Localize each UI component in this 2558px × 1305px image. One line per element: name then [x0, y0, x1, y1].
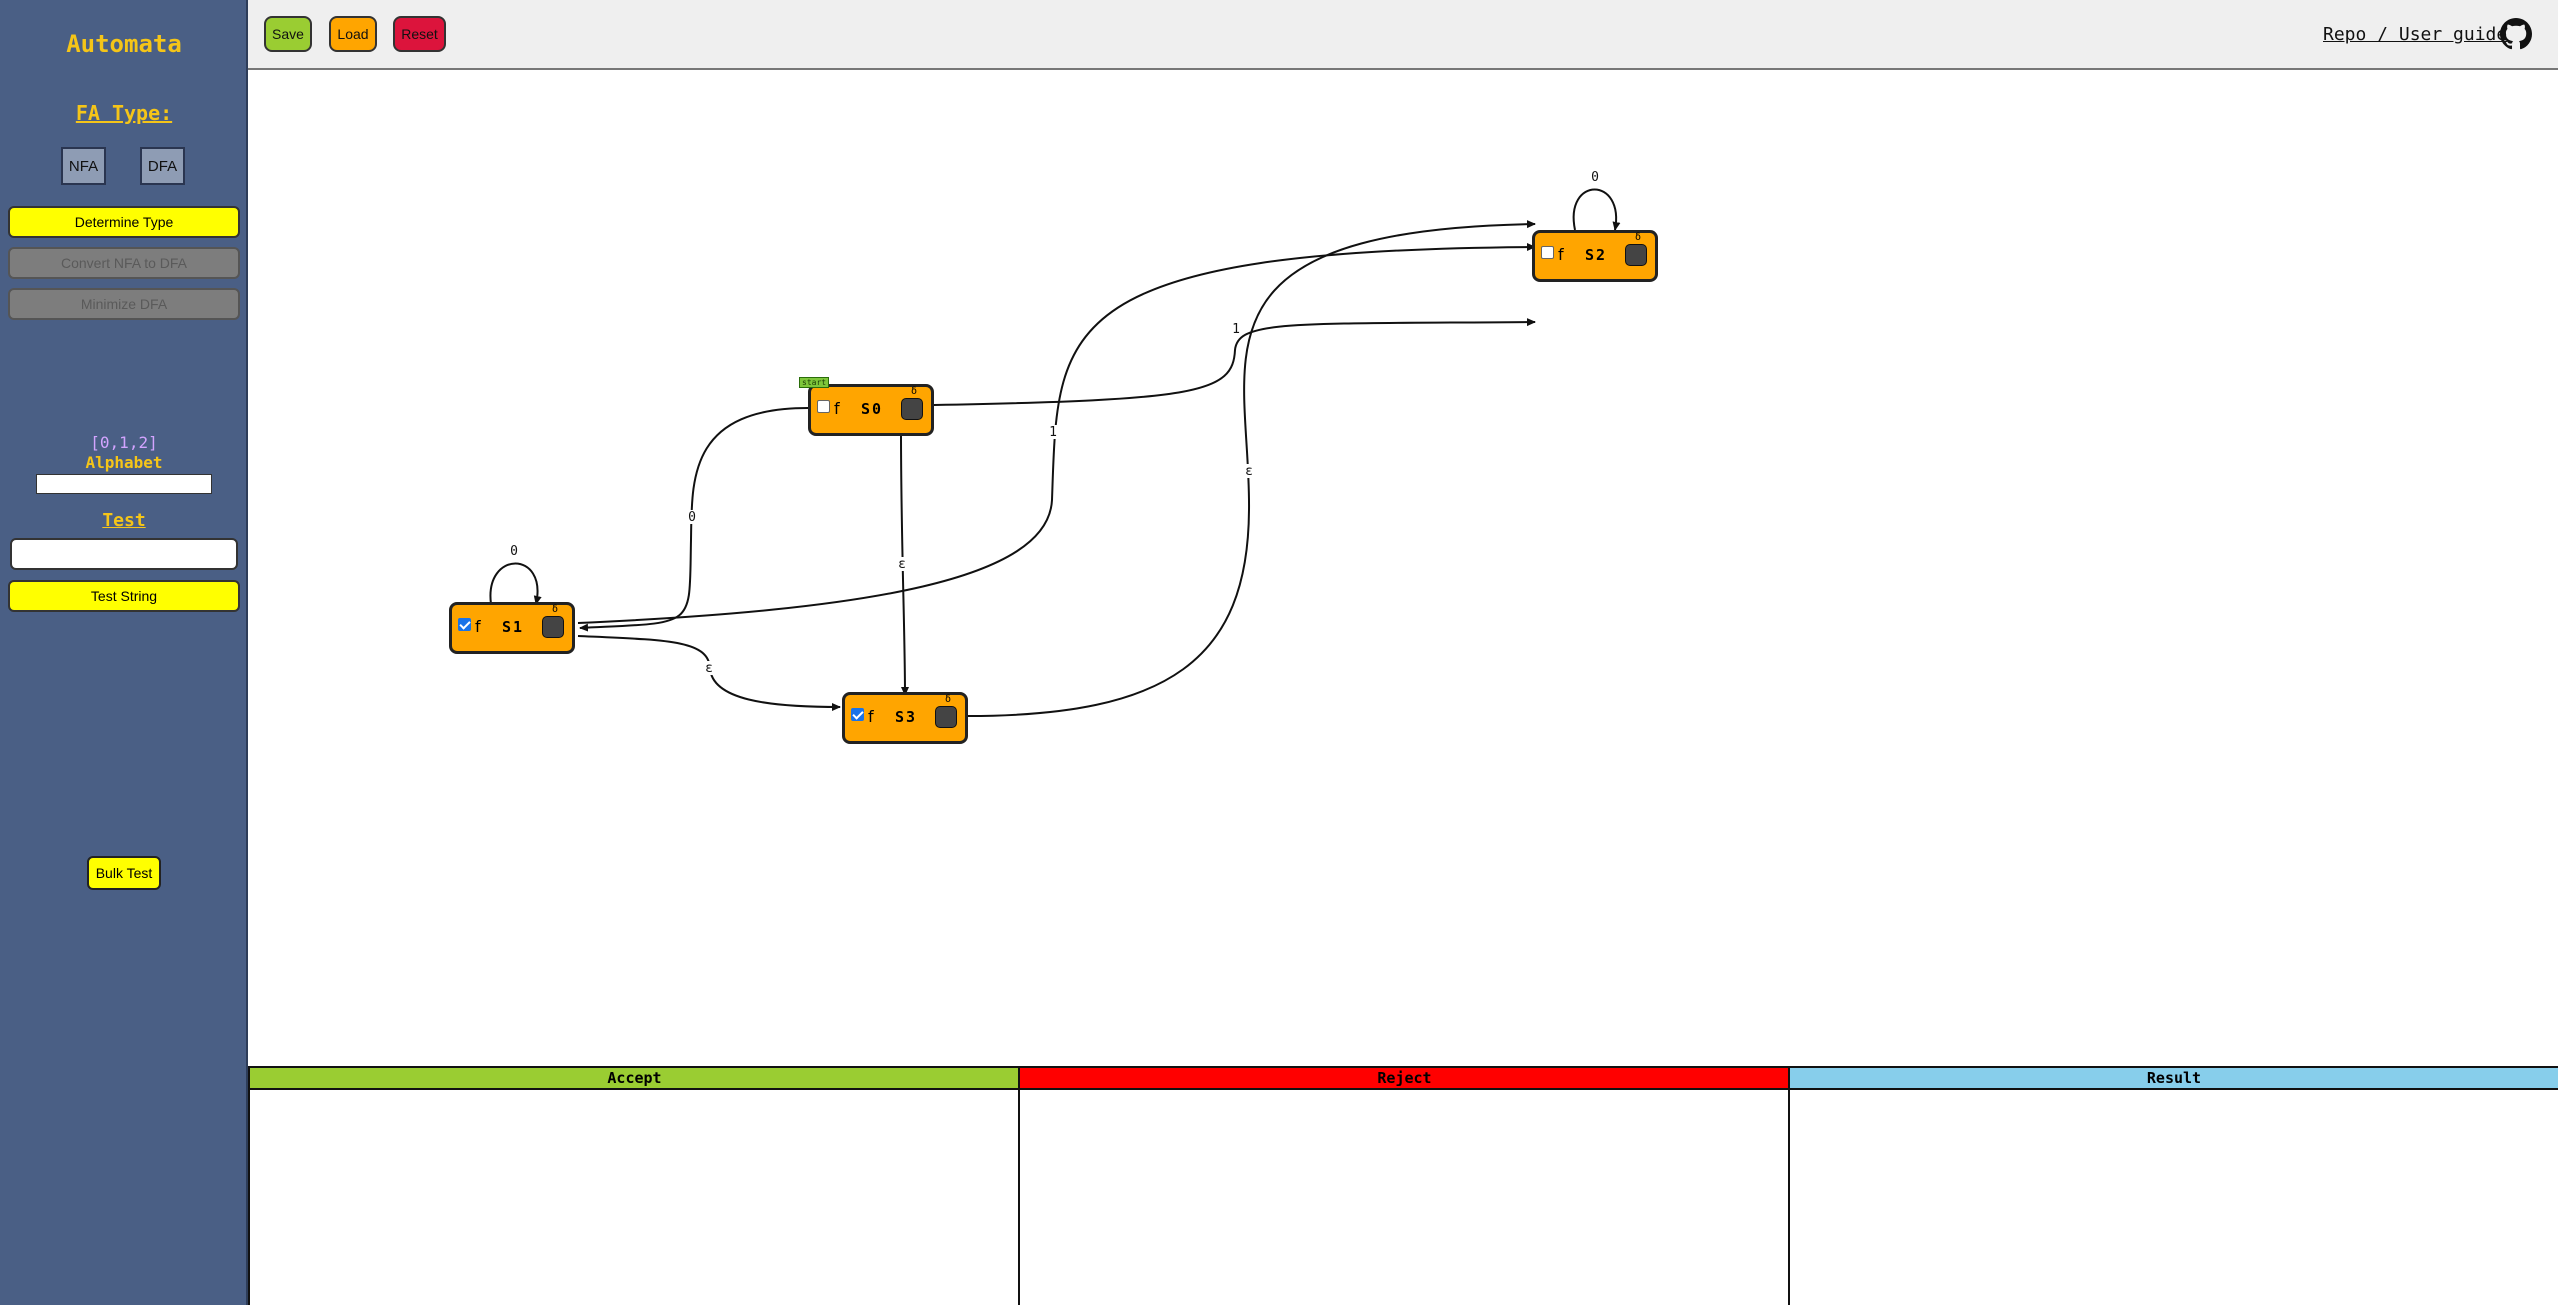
result-column: Result	[1788, 1066, 2558, 1305]
test-string-input[interactable]	[10, 538, 238, 570]
state-name: S3	[895, 708, 918, 726]
final-label: f	[868, 707, 874, 726]
final-state-checkbox[interactable]	[851, 708, 864, 721]
results-panel: Accept Reject Result	[248, 1066, 2558, 1305]
alphabet-input[interactable]	[36, 474, 212, 494]
minimize-dfa-button[interactable]: Minimize DFA	[8, 288, 240, 320]
final-label: f	[834, 399, 840, 418]
transition-layer: 1 0 ε 0 1 ε 0 ε	[489, 170, 1621, 717]
state-name: S0	[861, 400, 884, 418]
transition-handle-icon[interactable]	[1625, 244, 1647, 266]
app-title: Automata	[66, 30, 182, 58]
accept-header: Accept	[250, 1066, 1019, 1090]
accept-column: Accept	[248, 1066, 1019, 1305]
transition-s2-s2	[1572, 188, 1621, 231]
transition-handle-icon[interactable]	[542, 616, 564, 638]
transition-s1-s1	[489, 562, 542, 605]
state-node-s2[interactable]: f S2 δ	[1532, 230, 1658, 282]
state-node-s3[interactable]: f S3 δ	[842, 692, 968, 744]
nfa-button[interactable]: NFA	[61, 147, 106, 185]
delta-label: δ	[944, 694, 951, 705]
delta-label: δ	[551, 604, 558, 615]
transition-label: 0	[510, 544, 518, 559]
final-state-checkbox[interactable]	[817, 400, 830, 413]
alphabet-value: [0,1,2]	[90, 433, 158, 452]
transition-label: ε	[705, 661, 713, 676]
delta-label: δ	[1634, 232, 1641, 243]
reject-column: Reject	[1018, 1066, 1789, 1305]
determine-type-button[interactable]: Determine Type	[8, 206, 240, 238]
bulk-test-button[interactable]: Bulk Test	[87, 856, 161, 890]
transition-label: ε	[1245, 464, 1253, 479]
reset-button[interactable]: Reset	[393, 16, 446, 52]
state-name: S2	[1585, 246, 1608, 264]
sidebar: Automata FA Type: NFA DFA Determine Type…	[0, 0, 248, 1305]
toolbar: Save Load Reset	[248, 0, 2558, 70]
transition-label: 0	[688, 510, 696, 525]
transition-label: ε	[898, 557, 906, 572]
convert-nfa-to-dfa-button[interactable]: Convert NFA to DFA	[8, 247, 240, 279]
result-header: Result	[1790, 1066, 2558, 1090]
delta-label: δ	[910, 386, 917, 397]
transition-handle-icon[interactable]	[935, 706, 957, 728]
transition-handle-icon[interactable]	[901, 398, 923, 420]
test-string-button[interactable]: Test String	[8, 580, 240, 612]
start-marker: start	[799, 377, 830, 388]
state-node-s0[interactable]: start f S0 δ	[799, 377, 934, 436]
repo-user-guide-link[interactable]: Repo / User guide	[2323, 24, 2507, 45]
state-node-s1[interactable]: f S1 δ	[449, 602, 575, 654]
dfa-button[interactable]: DFA	[140, 147, 185, 185]
test-label: Test	[102, 510, 146, 531]
final-label: f	[475, 617, 481, 636]
github-icon[interactable]	[2500, 18, 2532, 50]
state-name: S1	[502, 618, 525, 636]
transition-label: 1	[1049, 425, 1057, 440]
final-state-checkbox[interactable]	[1541, 246, 1554, 259]
automaton-canvas[interactable]: 1 0 ε 0 1 ε 0 ε start f S0 δ f S1 δ f S2…	[248, 70, 2558, 1066]
transition-label: 1	[1232, 322, 1240, 337]
load-button[interactable]: Load	[329, 16, 377, 52]
alphabet-label: Alphabet	[85, 453, 163, 472]
final-state-checkbox[interactable]	[458, 618, 471, 631]
save-button[interactable]: Save	[264, 16, 312, 52]
reject-header: Reject	[1020, 1066, 1789, 1090]
fa-type-heading: FA Type:	[75, 101, 173, 125]
transition-label: 0	[1591, 170, 1599, 185]
final-label: f	[1558, 245, 1564, 264]
